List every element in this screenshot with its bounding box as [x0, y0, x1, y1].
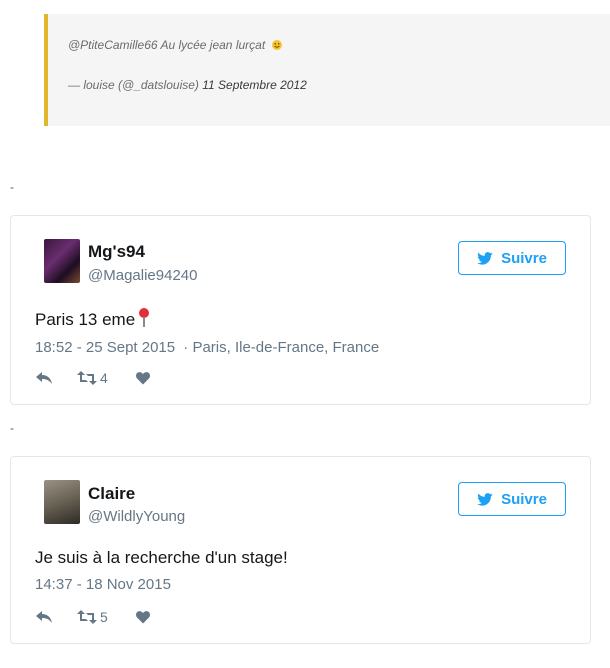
reply-icon: [36, 372, 52, 384]
tweet-card: Claire @WildlyYoung Suivre Je suis à la …: [10, 456, 591, 644]
follow-button[interactable]: Suivre: [458, 241, 566, 275]
retweet-button[interactable]: 5: [77, 609, 108, 625]
user-name[interactable]: Claire: [88, 484, 135, 504]
retweet-icon: [77, 610, 97, 624]
tweet-meta: 18:52 - 25 Sept 2015 · Paris, Ile-de-Fra…: [35, 339, 379, 356]
quote-text: @PtiteCamille66 Au lycée jean lurçat: [68, 38, 266, 52]
like-button[interactable]: [135, 610, 150, 624]
quote-attribution: — louise (@_datslouise): [68, 78, 199, 92]
retweet-count: 4: [100, 370, 108, 386]
tweet-card: Mg's94 @Magalie94240 Suivre Paris 13 eme…: [10, 215, 591, 405]
quote-attribution-line: — louise (@_datslouise) 11 Septembre 201…: [68, 78, 307, 92]
heart-icon: [135, 610, 150, 623]
retweet-count: 5: [100, 609, 108, 625]
tweet-location[interactable]: · Paris, Ile-de-France, France: [183, 339, 379, 356]
reply-button[interactable]: [35, 610, 53, 624]
follow-button[interactable]: Suivre: [458, 482, 566, 516]
retweet-icon: [77, 371, 97, 385]
reply-button[interactable]: [35, 371, 53, 385]
user-handle[interactable]: @WildlyYoung: [88, 508, 185, 525]
user-handle[interactable]: @Magalie94240: [88, 267, 197, 284]
tweet-timestamp[interactable]: 18:52 - 25 Sept 2015: [35, 339, 175, 356]
tweet-actions: 5: [35, 609, 150, 625]
round-pushpin-icon: [139, 308, 150, 328]
tweet-timestamp[interactable]: 14:37 - 18 Nov 2015: [35, 576, 171, 593]
avatar[interactable]: [44, 480, 80, 524]
separator: -: [10, 421, 14, 435]
follow-label: Suivre: [501, 249, 547, 267]
retweet-button[interactable]: 4: [77, 370, 108, 386]
avatar[interactable]: [44, 239, 80, 283]
tweet-actions: 4: [35, 370, 150, 386]
tweet-text: Paris 13 eme: [35, 308, 150, 330]
twitter-bird-icon: [477, 251, 493, 265]
tweet-body: Paris 13 eme: [35, 310, 136, 329]
follow-label: Suivre: [501, 490, 547, 508]
separator: -: [10, 180, 14, 194]
heart-icon: [135, 371, 150, 384]
tweet-body: Je suis à la recherche d'un stage!: [35, 548, 288, 567]
reply-icon: [36, 611, 52, 623]
quote-text-line: @PtiteCamille66 Au lycée jean lurçat: [68, 38, 282, 52]
quote-date-link[interactable]: 11 Septembre 2012: [202, 78, 307, 92]
user-name[interactable]: Mg's94: [88, 242, 145, 262]
smiley-icon: [271, 40, 282, 50]
like-button[interactable]: [135, 371, 150, 385]
twitter-bird-icon: [477, 492, 493, 506]
embedded-quote: @PtiteCamille66 Au lycée jean lurçat — l…: [44, 14, 610, 126]
